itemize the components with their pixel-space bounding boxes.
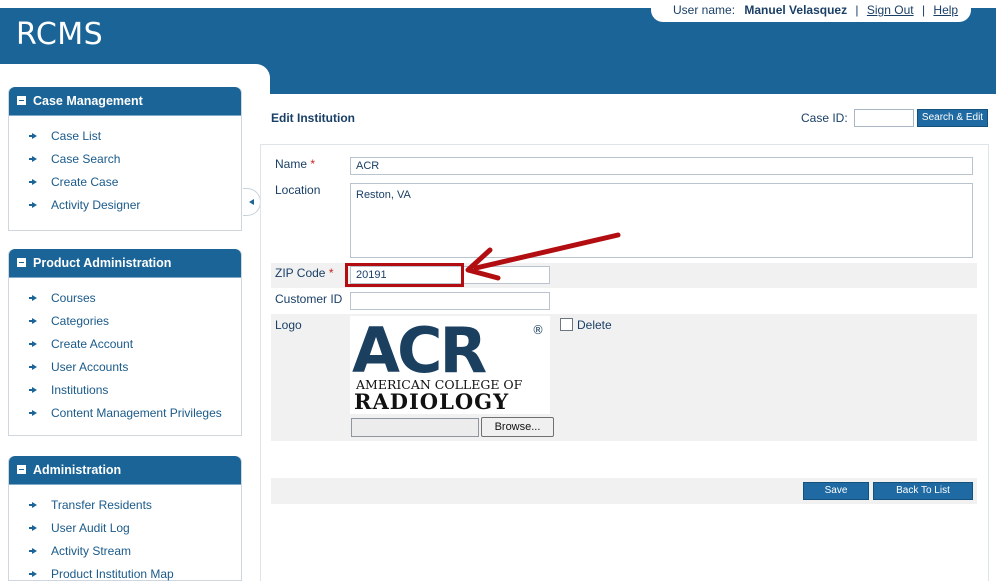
- location-label: Location: [275, 183, 321, 197]
- bullet-arrow-icon: [29, 570, 37, 577]
- search-edit-button[interactable]: Search & Edit: [917, 109, 988, 127]
- sidebar-item-create-account[interactable]: Create Account: [9, 332, 241, 355]
- bullet-arrow-icon: [29, 201, 37, 208]
- bullet-arrow-icon: [29, 409, 37, 416]
- sidebar-item-case-search[interactable]: Case Search: [9, 147, 241, 170]
- sidebar-item-activity-designer[interactable]: Activity Designer: [9, 193, 241, 216]
- sidebar-item-courses[interactable]: Courses: [9, 286, 241, 309]
- page-title: Edit Institution: [271, 111, 355, 125]
- name-label: Name *: [275, 157, 316, 171]
- bullet-arrow-icon: [29, 386, 37, 393]
- sidebar-item-categories[interactable]: Categories: [9, 309, 241, 332]
- sidebar-item-label: Courses: [51, 290, 96, 305]
- help-link[interactable]: Help: [933, 3, 958, 17]
- username-label: User name:: [673, 3, 736, 17]
- collapse-icon[interactable]: [17, 465, 26, 474]
- panel-header[interactable]: Administration: [9, 456, 241, 484]
- sign-out-link[interactable]: Sign Out: [867, 3, 914, 17]
- panel-title: Case Management: [33, 94, 143, 108]
- sidebar-item-label: Activity Stream: [51, 543, 132, 558]
- bullet-arrow-icon: [29, 524, 37, 531]
- logo-line-2: Radiology: [354, 389, 509, 414]
- sidebar-item-label: Case Search: [51, 151, 121, 166]
- sidebar-item-label: Institutions: [51, 382, 109, 397]
- delete-logo-checkbox[interactable]: [560, 318, 573, 331]
- bullet-arrow-icon: [29, 294, 37, 301]
- sidebar-item-transfer-residents[interactable]: Transfer Residents: [9, 493, 241, 516]
- panel-case-management: Case Management Case List Case Search Cr…: [8, 87, 242, 231]
- sidebar-item-activity-stream[interactable]: Activity Stream: [9, 539, 241, 562]
- sidebar-item-create-case[interactable]: Create Case: [9, 170, 241, 193]
- logo-registered-mark: ®: [532, 323, 544, 337]
- sidebar-item-user-accounts[interactable]: User Accounts: [9, 355, 241, 378]
- sidebar-item-label: Create Case: [51, 174, 119, 189]
- save-button[interactable]: Save: [803, 482, 869, 500]
- annotation-highlight-box: [345, 263, 464, 287]
- form-actions-bar: [271, 478, 977, 504]
- customer-id-input[interactable]: [350, 292, 550, 310]
- bullet-arrow-icon: [29, 317, 37, 324]
- app-title: RCMS: [16, 17, 104, 52]
- location-textarea[interactable]: Reston, VA: [350, 183, 973, 258]
- name-input[interactable]: ACR: [350, 157, 973, 175]
- sidebar-item-label: Categories: [51, 313, 110, 328]
- panel-administration: Administration Transfer Residents User A…: [8, 456, 242, 581]
- case-id-input[interactable]: [854, 109, 914, 127]
- collapse-icon[interactable]: [17, 96, 26, 105]
- panel-title: Product Administration: [33, 256, 172, 270]
- username: Manuel Velasquez: [744, 3, 848, 17]
- user-bar: User name: Manuel Velasquez | Sign Out |…: [651, 0, 971, 22]
- separator: |: [855, 3, 859, 17]
- institution-logo-image: ACR ® American College of Radiology: [350, 314, 550, 414]
- zip-label: ZIP Code *: [275, 266, 334, 280]
- customer-id-label: Customer ID: [275, 292, 343, 306]
- sidebar-item-product-institution-map[interactable]: Product Institution Map: [9, 562, 241, 581]
- acr-logo-svg: ACR ® American College of Radiology: [352, 314, 544, 414]
- sidebar-item-institutions[interactable]: Institutions: [9, 378, 241, 401]
- back-to-list-button[interactable]: Back To List: [873, 482, 973, 500]
- panel-header[interactable]: Case Management: [9, 87, 241, 115]
- browse-button[interactable]: Browse...: [481, 417, 554, 437]
- sidebar-item-label: User Audit Log: [51, 520, 130, 535]
- sidebar-item-label: Transfer Residents: [51, 497, 152, 512]
- annotation-arrow-icon: [465, 232, 621, 281]
- collapse-icon[interactable]: [17, 258, 26, 267]
- sidebar-item-label: User Accounts: [51, 359, 129, 374]
- bullet-arrow-icon: [29, 501, 37, 508]
- sidebar-item-label: Case List: [51, 128, 102, 143]
- delete-logo-label: Delete: [577, 318, 612, 332]
- bullet-arrow-icon: [29, 547, 37, 554]
- panel-product-administration: Product Administration Courses Categorie…: [8, 249, 242, 436]
- sidebar-item-user-audit-log[interactable]: User Audit Log: [9, 516, 241, 539]
- bullet-arrow-icon: [29, 178, 37, 185]
- logo-label: Logo: [275, 318, 302, 332]
- panel-header[interactable]: Product Administration: [9, 249, 241, 277]
- sidebar-item-label: Product Institution Map: [51, 566, 174, 581]
- logo-file-path-field[interactable]: [351, 418, 479, 437]
- bullet-arrow-icon: [29, 132, 37, 139]
- sidebar-item-label: Activity Designer: [51, 197, 141, 212]
- sidebar-item-case-list[interactable]: Case List: [9, 124, 241, 147]
- sidebar-collapse-toggle[interactable]: [243, 188, 261, 216]
- sidebar-item-content-management-privileges[interactable]: Content Management Privileges: [9, 401, 241, 424]
- sidebar-item-label: Content Management Privileges: [51, 405, 222, 420]
- sidebar-collapse-icon: [249, 199, 254, 205]
- panel-title: Administration: [33, 463, 122, 477]
- separator: |: [921, 3, 926, 17]
- sidebar-item-label: Create Account: [51, 336, 134, 351]
- case-id-label: Case ID:: [801, 111, 848, 125]
- bullet-arrow-icon: [29, 363, 37, 370]
- bullet-arrow-icon: [29, 340, 37, 347]
- bullet-arrow-icon: [29, 155, 37, 162]
